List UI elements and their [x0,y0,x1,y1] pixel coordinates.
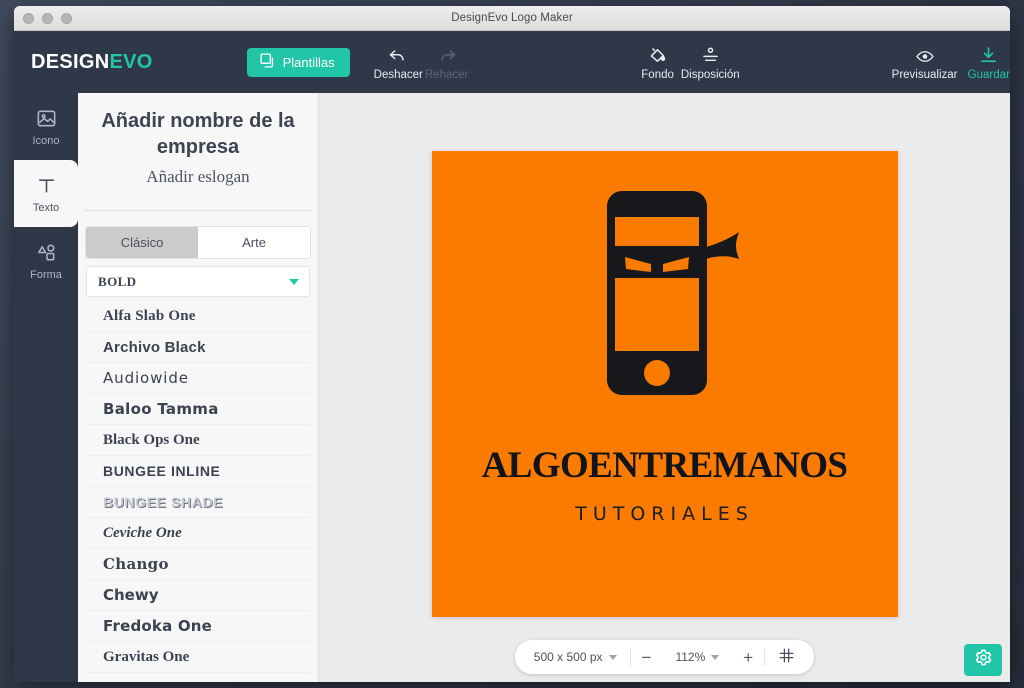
list-item[interactable]: Archivo Black [86,332,310,364]
canvas-stage[interactable]: ALGOENTREMANOS TUTORIALES 500 x 500 px −… [318,93,1010,682]
list-item[interactable]: Gravitas One [86,642,310,674]
zoom-in-button[interactable]: + [732,649,764,666]
sidebar-label-texto: Texto [32,202,60,214]
slogan-field[interactable]: Añadir eslogan [96,167,300,187]
list-item[interactable]: Fredoka One [86,611,310,643]
background-label: Fondo [641,68,674,81]
company-name-field[interactable]: Añadir nombre de la empresa [96,109,300,160]
list-item[interactable]: Alfa Slab One [86,301,310,333]
zoom-level-value: 112% [675,650,706,664]
maximize-button[interactable] [61,12,72,24]
list-item[interactable]: Chewy [86,580,310,612]
save-label: Guardar [967,68,1010,81]
app-window: DesignEvo Logo Maker DESIGNEVO Plantilla… [14,6,1010,682]
layers-icon [259,52,276,72]
close-button[interactable] [23,12,34,24]
chevron-down-icon [711,654,720,660]
canvas-size-select[interactable]: 500 x 500 px [521,650,630,664]
zoom-toolbar: 500 x 500 px − 112% + [514,640,815,674]
preview-label: Previsualizar [891,68,958,81]
layout-label: Disposición [680,68,740,81]
eye-icon [914,44,936,66]
chevron-down-icon [289,278,299,285]
font-style-select[interactable]: BOLD [86,266,310,298]
undo-arrow-icon [387,44,409,66]
templates-button[interactable]: Plantillas [246,47,350,77]
layout-button[interactable]: Disposición [681,44,740,81]
list-item[interactable]: Chango [86,549,310,581]
logo-title-text[interactable]: ALGOENTREMANOS [432,444,898,487]
zoom-level-select[interactable]: 112% [662,650,732,664]
font-list[interactable]: Alfa Slab One Archivo Black Audiowide Ba… [86,301,310,682]
text-panel-header: Añadir nombre de la empresa Añadir eslog… [78,93,318,187]
app-toolbar: DESIGNEVO Plantillas Deshacer Rehacer Fo… [14,31,1010,93]
brand-design: DESIGN [31,50,110,73]
font-style-value: BOLD [98,273,137,289]
app-logo: DESIGNEVO [31,51,153,74]
shapes-icon [35,240,58,264]
font-category-tabs: Clásico Arte [86,227,310,259]
ninja-phone-icon[interactable] [432,187,898,399]
sidebar-label-forma: Forma [30,269,62,281]
undo-button[interactable]: Deshacer [374,44,423,81]
panel-divider [84,210,312,212]
download-icon [978,44,999,66]
sidebar-item-icono[interactable]: Icono [14,93,78,160]
window-titlebar: DesignEvo Logo Maker [14,6,1010,31]
sidebar-label-icono: Icono [32,135,60,147]
list-item[interactable]: BUNGEE SHADE [86,487,310,519]
save-button[interactable]: Guardar [967,44,1010,81]
text-t-icon [35,173,58,197]
minimize-button[interactable] [42,12,53,24]
canvas-size-value: 500 x 500 px [533,650,603,664]
zoom-out-button[interactable]: − [631,649,663,666]
list-item[interactable]: Audiowide [86,363,310,395]
list-item[interactable]: Ceviche One [86,518,310,550]
list-item[interactable]: Baloo Tamma [86,394,310,426]
sidebar-item-forma[interactable]: Forma [14,227,78,294]
tab-arte[interactable]: Arte [198,227,310,259]
grid-toggle-button[interactable] [765,647,808,667]
gear-icon [974,648,993,672]
preview-button[interactable]: Previsualizar [891,44,958,81]
logo-subtitle-text[interactable]: TUTORIALES [432,503,898,525]
paint-bucket-icon [647,44,668,66]
list-item[interactable]: Black Ops One [86,425,310,457]
desktop-background: DesignEvo Logo Maker DESIGNEVO Plantilla… [0,0,1024,688]
window-title: DesignEvo Logo Maker [451,12,573,24]
background-button[interactable]: Fondo [636,44,679,81]
brand-evo: EVO [109,50,153,73]
traffic-light-group [14,12,72,24]
text-panel: Añadir nombre de la empresa Añadir eslog… [78,93,318,682]
grid-icon [778,647,795,667]
app-body: Icono Texto Forma Añadir nombre de la em… [14,93,1010,682]
undo-label: Deshacer [373,68,423,81]
chevron-down-icon [608,654,617,660]
tab-clasico[interactable]: Clásico [86,227,198,259]
list-item[interactable]: BUNGEE INLINE [86,456,310,488]
templates-label: Plantillas [282,54,335,70]
logo-artboard[interactable]: ALGOENTREMANOS TUTORIALES [431,151,898,617]
redo-label: Rehacer [424,68,469,81]
left-rail: Icono Texto Forma [14,93,78,682]
redo-button[interactable]: Rehacer [425,44,468,81]
sidebar-item-texto[interactable]: Texto [14,160,78,227]
align-icon [700,44,721,66]
settings-button[interactable] [964,644,1002,676]
image-icon [35,106,58,130]
canvas-bottom-bar: 500 x 500 px − 112% + [319,640,1010,674]
redo-arrow-icon [436,44,458,66]
